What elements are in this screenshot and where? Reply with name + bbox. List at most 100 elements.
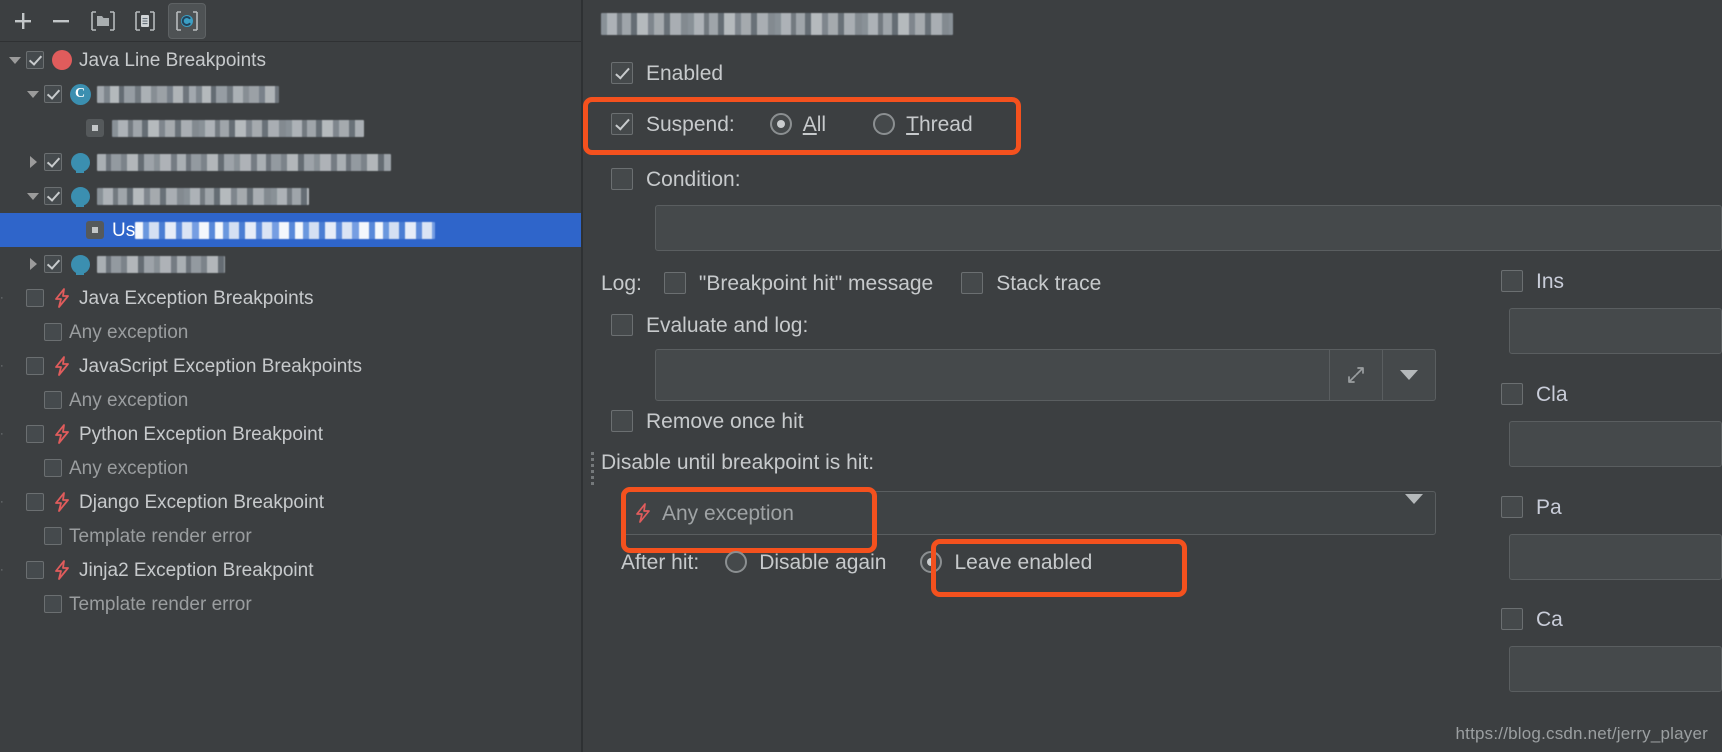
watermark-text: https://blog.csdn.net/jerry_player <box>1455 724 1708 743</box>
tree-row-checkbox[interactable] <box>44 85 62 103</box>
suspend-all-radio[interactable] <box>769 113 792 135</box>
disable-until-combo[interactable]: Any exception <box>621 491 1436 535</box>
tree-row-checkbox[interactable] <box>26 357 44 375</box>
tree-row-checkbox[interactable] <box>44 459 62 477</box>
tree-row-checkbox[interactable] <box>44 527 62 545</box>
tree-row-label: Django Exception Breakpoint <box>79 491 325 513</box>
after-hit-leave-enabled-option[interactable]: Leave enabled <box>920 551 1092 573</box>
tree-row-checkbox[interactable] <box>26 289 44 307</box>
drag-handle[interactable] <box>591 452 596 485</box>
evaluate-and-log-input[interactable] <box>655 349 1436 401</box>
plus-icon <box>15 13 31 29</box>
remove-once-hit-row[interactable]: Remove once hit <box>611 410 804 432</box>
tree-row[interactable]: Us <box>0 213 581 247</box>
caller-filters-checkbox[interactable] <box>1501 608 1523 630</box>
expand-toggle-right-icon[interactable] <box>22 247 44 281</box>
breakpoint-title <box>601 10 953 38</box>
tree-row-label: JavaScript Exception Breakpoints <box>79 355 363 377</box>
tree-row-checkbox[interactable] <box>26 493 44 511</box>
remove-once-hit-checkbox[interactable] <box>611 410 633 432</box>
chevron-down-icon <box>27 90 39 98</box>
suspend-thread-radio-group[interactable]: Thread <box>873 113 973 135</box>
suspend-all-radio-group[interactable]: All <box>769 113 826 135</box>
pass-count-input[interactable] <box>1509 534 1722 580</box>
disable-again-radio[interactable] <box>725 551 748 573</box>
tree-row-checkbox[interactable] <box>44 255 62 273</box>
tree-row[interactable] <box>0 145 581 179</box>
breakpoint-shape <box>70 152 90 172</box>
caller-filters-row[interactable]: Ca <box>1501 608 1563 630</box>
group-by-folder-button[interactable] <box>84 3 122 39</box>
tree-row-checkbox[interactable] <box>44 391 62 409</box>
tree-row-checkbox[interactable] <box>44 187 62 205</box>
remove-breakpoint-button[interactable] <box>42 3 80 39</box>
evaluate-history-dropdown-button[interactable] <box>1382 350 1435 400</box>
log-breakpoint-hit-checkbox[interactable] <box>663 272 686 294</box>
tree-row[interactable]: · JavaScript Exception Breakpoints <box>0 349 581 383</box>
caller-filters-input[interactable] <box>1509 646 1722 692</box>
tree-row[interactable]: Java Line Breakpoints <box>0 43 581 77</box>
condition-checkbox[interactable] <box>611 168 633 190</box>
group-by-class-button[interactable] <box>168 3 206 39</box>
expand-toggle-down-icon[interactable] <box>22 179 44 213</box>
suspend-checkbox[interactable] <box>611 113 633 135</box>
leave-enabled-radio[interactable] <box>920 551 943 573</box>
tree-row-label: Template render error <box>69 525 252 547</box>
after-hit-label: After hit: <box>621 550 700 574</box>
tree-row[interactable]: · Python Exception Breakpoint <box>0 417 581 451</box>
file-icon <box>135 11 155 31</box>
tree-row[interactable]: Any exception <box>0 315 581 349</box>
log-stack-trace-checkbox[interactable] <box>961 272 984 294</box>
chevron-down-icon <box>1400 370 1418 380</box>
tree-row[interactable]: · Django Exception Breakpoint <box>0 485 581 519</box>
enabled-label: Enabled <box>646 61 724 85</box>
enabled-checkbox[interactable] <box>611 62 633 84</box>
expand-toggle-down-icon[interactable] <box>22 77 44 111</box>
view-breakpoint-source-button[interactable] <box>126 3 164 39</box>
redacted-tree-label <box>112 119 364 137</box>
class-filters-checkbox[interactable] <box>1501 383 1523 405</box>
tree-row-checkbox[interactable] <box>26 51 44 69</box>
tree-row-checkbox[interactable] <box>44 323 62 341</box>
tree-row[interactable] <box>0 111 581 145</box>
evaluate-and-log-checkbox[interactable] <box>611 314 633 336</box>
breakpoint-icon <box>69 185 91 207</box>
tree-row-checkbox[interactable] <box>26 425 44 443</box>
tree-row[interactable]: · Java Exception Breakpoints <box>0 281 581 315</box>
tree-row[interactable]: Any exception <box>0 383 581 417</box>
tree-row[interactable]: Template render error <box>0 587 581 621</box>
condition-input[interactable] <box>655 205 1722 251</box>
tree-row[interactable]: Any exception <box>0 451 581 485</box>
tree-row-checkbox[interactable] <box>44 153 62 171</box>
instance-filters-checkbox[interactable] <box>1501 270 1523 292</box>
disable-until-chevron[interactable] <box>1405 494 1423 522</box>
log-stack-trace-label: Stack trace <box>996 271 1102 295</box>
evaluate-and-log-label: Evaluate and log: <box>646 313 809 337</box>
breakpoints-tree[interactable]: Java Line Breakpoints C Us · Java Exception … <box>0 43 581 752</box>
add-breakpoint-button[interactable] <box>4 3 42 39</box>
class-filters-input[interactable] <box>1509 421 1722 467</box>
evaluate-and-log-row[interactable]: Evaluate and log: <box>611 314 808 336</box>
bolt-shape <box>55 356 69 376</box>
expand-toggle-down-icon[interactable] <box>4 43 26 77</box>
tree-row[interactable]: C <box>0 77 581 111</box>
class-filters-row[interactable]: Cla <box>1501 383 1568 405</box>
tree-row[interactable]: Template render error <box>0 519 581 553</box>
expand-toggle-right-icon[interactable] <box>22 145 44 179</box>
tree-row[interactable]: · Jinja2 Exception Breakpoint <box>0 553 581 587</box>
tree-row-checkbox[interactable] <box>44 595 62 613</box>
suspend-row[interactable]: Suspend: All Thread <box>611 113 973 135</box>
pass-count-checkbox[interactable] <box>1501 496 1523 518</box>
chevron-down-icon <box>1405 494 1423 521</box>
tree-row[interactable] <box>0 179 581 213</box>
tree-row[interactable] <box>0 247 581 281</box>
instance-filters-input[interactable] <box>1509 308 1722 354</box>
enabled-row[interactable]: Enabled <box>611 62 723 84</box>
after-hit-disable-again-option[interactable]: Disable again <box>725 551 886 573</box>
instance-filters-row[interactable]: Ins <box>1501 270 1564 292</box>
expand-editor-button[interactable] <box>1329 350 1382 400</box>
suspend-thread-radio[interactable] <box>873 113 896 135</box>
pass-count-row[interactable]: Pa <box>1501 496 1562 518</box>
condition-row[interactable]: Condition: <box>611 168 741 190</box>
tree-row-checkbox[interactable] <box>26 561 44 579</box>
